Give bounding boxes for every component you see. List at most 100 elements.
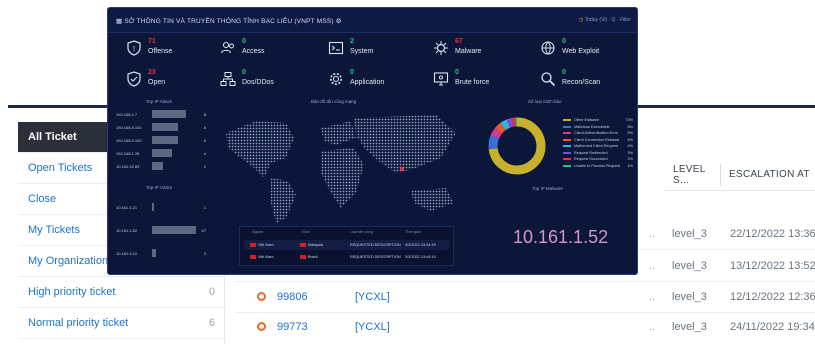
- ticket-id-link[interactable]: 99773: [277, 321, 308, 333]
- column-header-level[interactable]: LEVEL S...: [665, 163, 721, 186]
- stat-open[interactable]: 23 Open: [126, 69, 216, 97]
- ip-bar: [152, 226, 196, 234]
- ip-row[interactable]: 10.161.1.21 1: [116, 203, 206, 212]
- stat-application[interactable]: 0 Application: [328, 69, 418, 97]
- truncated-cell: ..: [649, 320, 656, 333]
- network-icon: [220, 72, 236, 86]
- ip-count: 6: [203, 125, 206, 130]
- attack-marker[interactable]: [399, 166, 405, 172]
- attack-table-row[interactable]: Việt Nam Malaysia REQUESTED DESCRIPTION …: [244, 240, 449, 250]
- globe-icon: [541, 41, 555, 55]
- alert-types-donut[interactable]: [482, 111, 552, 181]
- ticket-code-link[interactable]: [YCXL]: [355, 291, 390, 303]
- attack-table: Nguồn Đích Loại tấn công Thời gian Việt …: [239, 226, 454, 266]
- attack-table-header: Thời gian: [405, 230, 421, 234]
- attack-table-row[interactable]: Việt Nam Brazil REQUESTED DESCRIPTION 3/…: [244, 252, 449, 262]
- ip-label: 192.168.1.35: [116, 151, 140, 156]
- legend-item[interactable]: Other Malware 73%: [563, 118, 633, 124]
- table-row[interactable]: 99773 [YCXL] .. level_3 24/11/2022 19:34: [235, 311, 815, 342]
- alert-types-title: Số loại cảnh báo: [528, 99, 562, 104]
- dashboard-controls[interactable]: ◷ Today (Vi) · Q · Filter: [579, 17, 631, 23]
- stat-value: 0: [455, 69, 459, 76]
- legend-label: Unable to Process Request: [574, 163, 621, 168]
- sidebar-item-high-priority[interactable]: High priority ticket 0: [18, 277, 225, 308]
- stat-offense[interactable]: ! 71 Offense: [126, 38, 216, 66]
- legend-value: 4%: [627, 137, 634, 142]
- top-ip-attack-title: Top IP Attack: [146, 99, 173, 104]
- stat-label: Access: [242, 48, 265, 55]
- ip-row[interactable]: 10.161.1.52 67: [116, 226, 206, 235]
- ip-row[interactable]: 192.168.0.102 6: [116, 136, 206, 145]
- stat-label: Brute force: [455, 79, 490, 86]
- sidebar-item-count: 0: [208, 286, 215, 298]
- continent-australia: [411, 188, 454, 211]
- legend-item[interactable]: Request Successful 2%: [563, 157, 633, 163]
- top-ip-victim-title: Top IP Victim: [146, 185, 173, 190]
- world-map[interactable]: [216, 103, 466, 228]
- ip-row[interactable]: 192.168.1.35 4: [116, 149, 206, 158]
- virus-icon: [434, 41, 448, 55]
- stat-malware[interactable]: 67 Malware: [433, 38, 523, 66]
- continent-asia: [354, 115, 456, 173]
- stat-brute-force[interactable]: 0 Brute force: [433, 69, 523, 97]
- attack-destination: Malaysia: [300, 243, 323, 247]
- continent-europe: [321, 121, 356, 145]
- stat-system[interactable]: 2 System: [328, 38, 418, 66]
- ip-row[interactable]: 10.161.4.10 3: [116, 249, 206, 258]
- stat-dos-ddos[interactable]: 0 Dos/DDos: [220, 69, 310, 97]
- column-header-escalation[interactable]: ESCALATION AT: [721, 169, 810, 180]
- stat-recon-scan[interactable]: 0 Recon/Scan: [540, 69, 635, 97]
- level-cell: level_3: [672, 320, 707, 333]
- ip-row[interactable]: 10.162.32.83 2: [116, 162, 206, 171]
- attack-source: Việt Nam: [250, 255, 274, 259]
- sidebar-item-count: 6: [208, 317, 215, 329]
- magnifier-icon: [541, 72, 556, 87]
- legend-item[interactable]: Malicious Executable 8%: [563, 125, 633, 131]
- screenshot-stage: All Ticket Open Tickets Close My Tickets…: [0, 0, 815, 344]
- ip-row[interactable]: 192.168.0.101 6: [116, 123, 206, 132]
- attack-table-header: Loại tấn công: [350, 230, 373, 234]
- ip-label: 192.168.0.101: [116, 125, 142, 130]
- attack-destination: Brazil: [300, 255, 318, 259]
- table-row[interactable]: 99806 [YCXL] .. level_3 12/12/2022 12:36: [235, 281, 815, 312]
- attack-table-header: Nguồn: [252, 230, 264, 234]
- sidebar-item-label: My Tickets: [28, 224, 80, 236]
- legend-swatch: [563, 151, 571, 154]
- attack-time: 3/2/2022 13:44:19: [405, 255, 436, 259]
- stat-label: Recon/Scan: [562, 79, 601, 86]
- truncated-cell: ..: [649, 290, 656, 303]
- legend-item[interactable]: Client Connection Refused 4%: [563, 138, 633, 144]
- ip-bar: [152, 110, 186, 118]
- shield-icon: !: [127, 40, 141, 56]
- stat-label: Malware: [455, 48, 482, 55]
- legend-swatch: [563, 138, 571, 141]
- ticket-code-link[interactable]: [YCXL]: [355, 321, 390, 333]
- ip-count: 4: [203, 151, 206, 156]
- ip-row[interactable]: 192.168.1.7 8: [116, 110, 206, 119]
- sidebar-item-normal-priority[interactable]: Normal priority ticket 6: [18, 308, 225, 339]
- ip-count: 6: [203, 138, 206, 143]
- stat-label: Open: [148, 79, 166, 86]
- attack-destination-text: Brazil: [308, 255, 318, 259]
- legend-label: Client Connection Refused: [574, 137, 620, 142]
- attack-destination-text: Malaysia: [308, 243, 323, 247]
- attack-type: REQUESTED DESCRIPTION: [350, 243, 401, 247]
- gear-icon[interactable]: ⚙: [334, 18, 342, 25]
- legend-item[interactable]: Malformed Client Request 4%: [563, 144, 633, 150]
- legend-value: 5%: [627, 131, 634, 135]
- stat-access[interactable]: 0 Access: [220, 38, 310, 66]
- top-ip-malware-title: Top IP Malware: [532, 186, 563, 191]
- highlighted-ip: 10.161.1.52: [513, 227, 609, 247]
- legend-value: 2%: [627, 157, 634, 161]
- stat-value: 0: [562, 69, 566, 76]
- ticket-id-link[interactable]: 99806: [277, 291, 308, 303]
- legend-value: 1%: [627, 163, 634, 168]
- stat-value: 0: [350, 69, 354, 76]
- legend-label: Malformed Client Request: [574, 144, 618, 148]
- legend-item[interactable]: Request Redirected 3%: [563, 151, 633, 157]
- legend-item[interactable]: Client Authentication Error 5%: [563, 131, 633, 137]
- stat-value: 71: [148, 38, 156, 45]
- stat-web-exploit[interactable]: 0 Web Exploit: [540, 38, 635, 66]
- legend-item[interactable]: Unable to Process Request 1%: [563, 164, 633, 170]
- ip-label: 10.161.1.21: [116, 205, 138, 210]
